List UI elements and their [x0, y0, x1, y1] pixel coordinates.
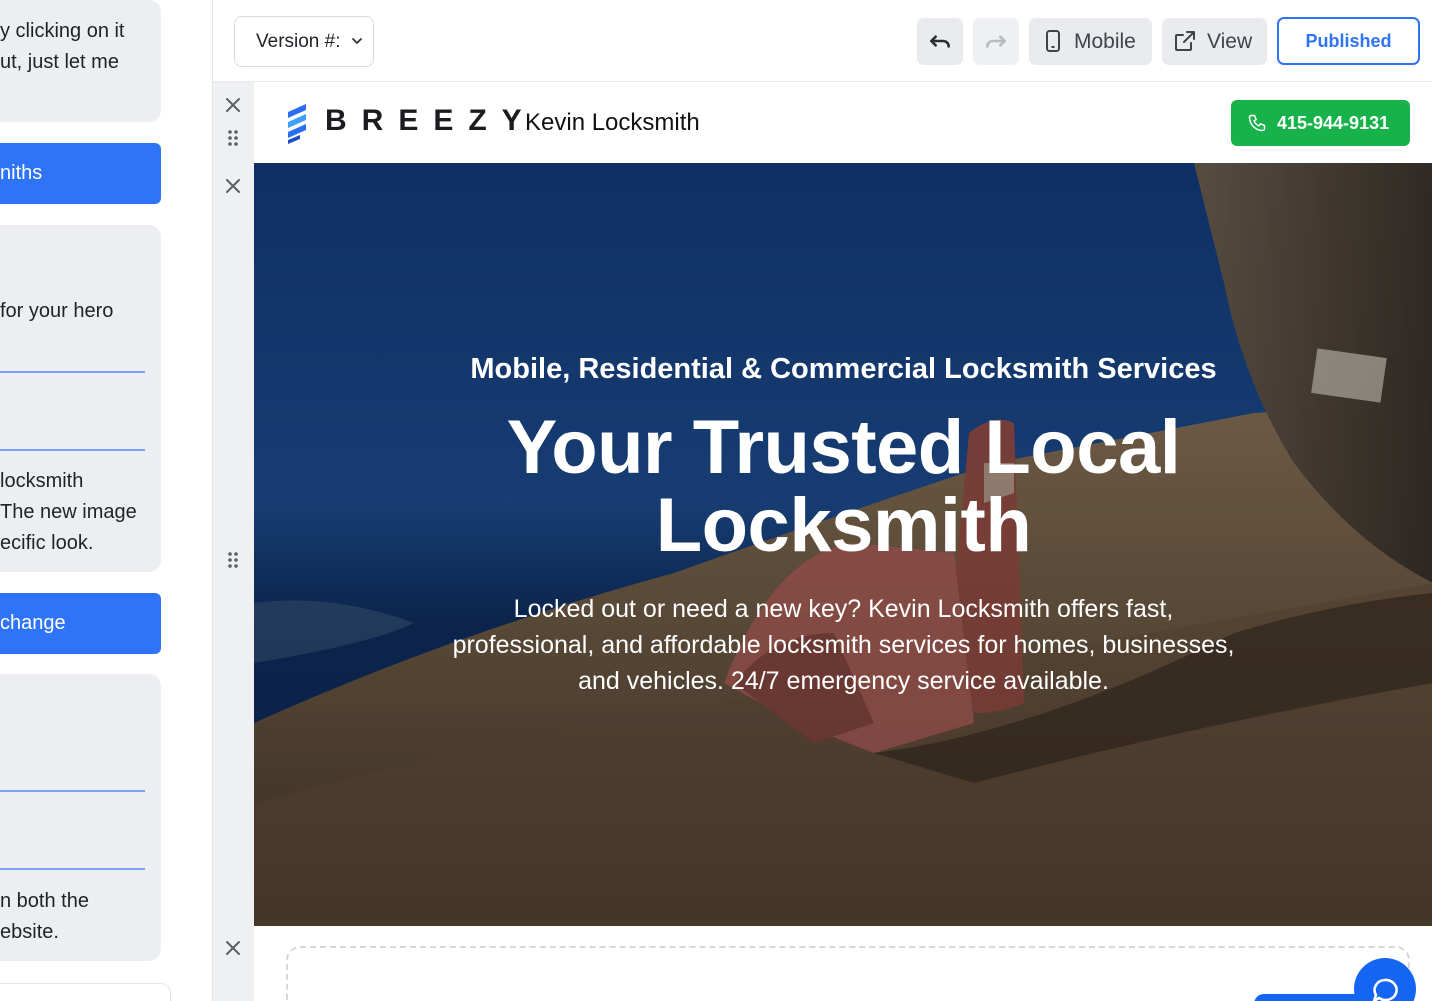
chat-message-line: The new image — [0, 501, 137, 523]
hero-section: Mobile, Residential & Commercial Locksmi… — [254, 163, 1432, 926]
chevron-down-icon — [352, 38, 362, 44]
chat-message-line: ebsite. — [0, 921, 59, 943]
phone-call-button[interactable]: 415-944-9131 — [1231, 100, 1410, 146]
redo-icon — [986, 35, 1006, 48]
hero-description: Locked out or need a new key? Kevin Lock… — [414, 591, 1273, 699]
business-name: Kevin Locksmith — [525, 109, 700, 136]
hero-subtitle: Mobile, Residential & Commercial Locksmi… — [470, 353, 1217, 385]
version-select-label: Version #: — [256, 31, 340, 52]
divider — [0, 449, 145, 451]
chat-message-line: ecific look. — [0, 532, 94, 554]
hero-description-line: Locked out or need a new key? Kevin Lock… — [513, 595, 1174, 623]
close-icon[interactable] — [223, 95, 243, 115]
section-controls — [213, 82, 254, 1001]
divider — [0, 371, 145, 373]
hero-title-line: Your Trusted Local — [506, 405, 1181, 490]
chat-message-line: ut, just let me — [0, 51, 119, 73]
chat-message-line: locksmith — [0, 470, 84, 492]
breezy-logo-icon — [288, 104, 306, 144]
site-header: BREEZY Kevin Locksmith 415-944-9131 — [254, 82, 1432, 163]
chat-input-card[interactable] — [0, 983, 171, 1001]
phone-icon — [1248, 114, 1266, 132]
chat-message: y clicking on it ut, just let me — [0, 0, 161, 122]
redo-button[interactable] — [973, 18, 1019, 65]
chat-option-button[interactable]: niths — [0, 143, 161, 204]
chat-message-line: n both the — [0, 890, 89, 912]
drag-handle-icon[interactable] — [223, 128, 243, 148]
version-select[interactable]: Version #: — [234, 16, 374, 67]
editor-toolbar: Version #: Mobile View Published — [213, 0, 1432, 82]
undo-icon — [930, 35, 950, 48]
hero-title-line: Locksmith — [655, 483, 1032, 568]
logo-wordmark: BREEZY — [325, 104, 537, 137]
add-section-dropzone[interactable] — [286, 946, 1410, 1001]
hero-content: Mobile, Residential & Commercial Locksmi… — [254, 163, 1432, 926]
hero-title: Your Trusted Local Locksmith — [254, 409, 1432, 565]
divider — [0, 868, 145, 870]
chat-message: n both the ebsite. — [0, 674, 161, 961]
hero-description-line: professional, and affordable locksmith s… — [452, 631, 1235, 659]
undo-button[interactable] — [917, 18, 963, 65]
divider — [0, 790, 145, 792]
drag-handle-icon[interactable] — [223, 550, 243, 570]
chat-message: for your hero locksmith The new image ec… — [0, 225, 161, 572]
view-button[interactable]: View — [1162, 18, 1267, 65]
mobile-preview-button[interactable]: Mobile — [1029, 18, 1152, 65]
external-link-icon — [1175, 31, 1195, 51]
published-button[interactable]: Published — [1277, 17, 1420, 65]
editor: Version #: Mobile View Published BREEZY … — [212, 0, 1432, 1001]
chat-bubble-icon — [1372, 978, 1398, 1001]
chat-option-button[interactable]: change — [0, 593, 161, 654]
chat-message-line: for your hero — [0, 300, 114, 322]
view-button-label: View — [1207, 30, 1253, 53]
close-icon[interactable] — [223, 176, 243, 196]
chat-message-line: y clicking on it — [0, 20, 125, 42]
close-icon[interactable] — [223, 938, 243, 958]
phone-number: 415-944-9131 — [1277, 113, 1390, 133]
mobile-button-label: Mobile — [1074, 30, 1136, 53]
hero-description-line: and vehicles. 24/7 emergency service ava… — [578, 667, 1109, 695]
mobile-phone-icon — [1046, 30, 1060, 52]
chat-panel: y clicking on it ut, just let me niths f… — [0, 0, 212, 1001]
site-preview: BREEZY Kevin Locksmith 415-944-9131 Mobi… — [254, 82, 1432, 1001]
